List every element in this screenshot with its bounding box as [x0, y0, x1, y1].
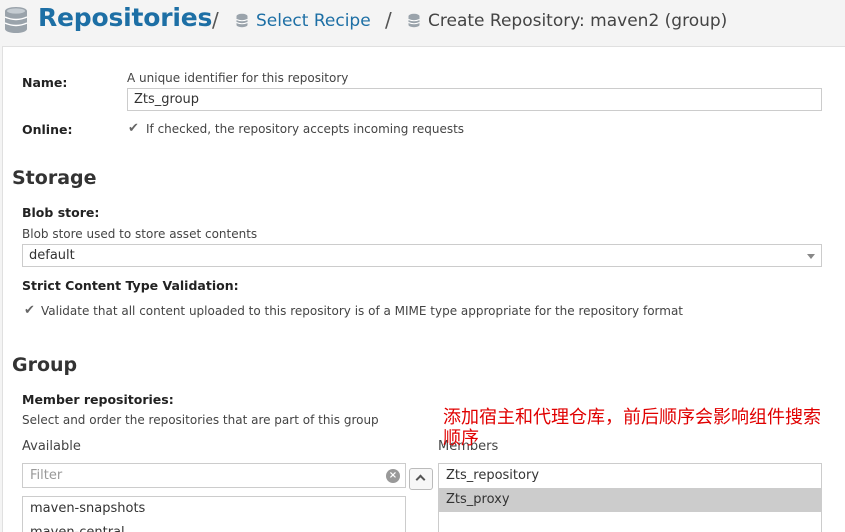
- breadcrumb-separator: /: [385, 8, 392, 32]
- page-title[interactable]: Repositories: [38, 3, 212, 32]
- breadcrumb-select-recipe-link[interactable]: Select Recipe: [256, 11, 371, 31]
- blob-store-select[interactable]: default: [22, 244, 822, 267]
- available-repositories-list: maven-snapshots maven-central: [22, 496, 406, 532]
- blob-store-value: default: [29, 248, 75, 263]
- member-repositories-label: Member repositories:: [22, 392, 174, 407]
- database-icon: [4, 7, 28, 33]
- name-label: Name:: [22, 75, 68, 90]
- filter-placeholder: Filter: [30, 468, 63, 483]
- breadcrumb: Repositories / Select Recipe / Create Re…: [0, 0, 845, 44]
- database-icon: [408, 13, 420, 28]
- clear-circle-icon[interactable]: ×: [386, 469, 400, 483]
- available-filter-input[interactable]: Filter ×: [22, 463, 406, 488]
- list-item-selected[interactable]: Zts_proxy: [439, 488, 821, 512]
- members-list: Zts_repository Zts_proxy: [438, 463, 822, 532]
- strict-validation-checkbox[interactable]: ✔: [24, 304, 37, 317]
- member-repositories-help-text: Select and order the repositories that a…: [22, 413, 379, 427]
- online-checkbox-label: If checked, the repository accepts incom…: [146, 122, 465, 136]
- list-item[interactable]: Zts_repository: [439, 464, 821, 488]
- name-input[interactable]: Zts_group: [127, 88, 822, 111]
- storage-section-title: Storage: [12, 167, 97, 189]
- breadcrumb-current: Create Repository: maven2 (group): [428, 11, 728, 31]
- group-section-title: Group: [12, 354, 78, 376]
- strict-validation-label: Strict Content Type Validation:: [22, 278, 239, 293]
- blob-store-help-text: Blob store used to store asset contents: [22, 227, 258, 241]
- breadcrumb-separator: /: [212, 8, 219, 32]
- blob-store-label: Blob store:: [22, 205, 100, 220]
- strict-validation-checkbox-label: Validate that all content uploaded to th…: [41, 304, 684, 318]
- available-column-label: Available: [22, 439, 81, 454]
- move-up-button[interactable]: [409, 468, 433, 490]
- annotation-text: 添加宿主和代理仓库，前后顺序会影响组件搜索顺序: [443, 407, 821, 449]
- database-icon: [236, 13, 248, 28]
- name-help-text: A unique identifier for this repository: [127, 71, 349, 85]
- chevron-down-icon: [807, 254, 815, 259]
- online-checkbox[interactable]: ✔: [128, 122, 141, 135]
- chevron-up-icon: [415, 474, 426, 485]
- list-item[interactable]: maven-central: [23, 521, 405, 532]
- list-item[interactable]: maven-snapshots: [23, 497, 405, 521]
- online-label: Online:: [22, 122, 73, 137]
